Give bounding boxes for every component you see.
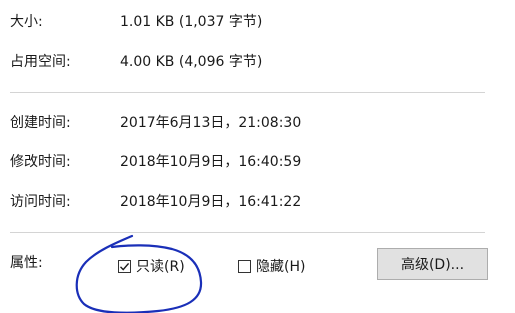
size-value: 1.01 KB (1,037 字节) (120, 14, 263, 30)
modified-label: 修改时间: (10, 154, 71, 170)
hidden-checkbox-label: 隐藏(H) (256, 259, 306, 275)
hidden-checkbox-box[interactable] (238, 259, 251, 273)
size-on-disk-value: 4.00 KB (4,096 字节) (120, 54, 263, 70)
separator (10, 92, 485, 93)
checkmark-icon (119, 262, 130, 271)
hidden-checkbox[interactable]: 隐藏(H) (238, 257, 305, 275)
modified-value: 2018年10月9日，16:40:59 (120, 154, 302, 170)
size-on-disk-label: 占用空间: (10, 54, 71, 70)
advanced-button[interactable]: 高级(D)... (377, 248, 488, 280)
created-value: 2017年6月13日，21:08:30 (120, 115, 302, 131)
size-label: 大小: (10, 14, 43, 30)
readonly-checkbox[interactable]: 只读(R) (118, 257, 185, 275)
accessed-label: 访问时间: (10, 194, 71, 210)
created-label: 创建时间: (10, 115, 71, 131)
accessed-value: 2018年10月9日，16:41:22 (120, 194, 302, 210)
attributes-label: 属性: (10, 255, 43, 271)
separator (10, 232, 485, 233)
readonly-checkbox-label: 只读(R) (136, 259, 185, 275)
readonly-checkbox-box[interactable] (118, 259, 131, 273)
